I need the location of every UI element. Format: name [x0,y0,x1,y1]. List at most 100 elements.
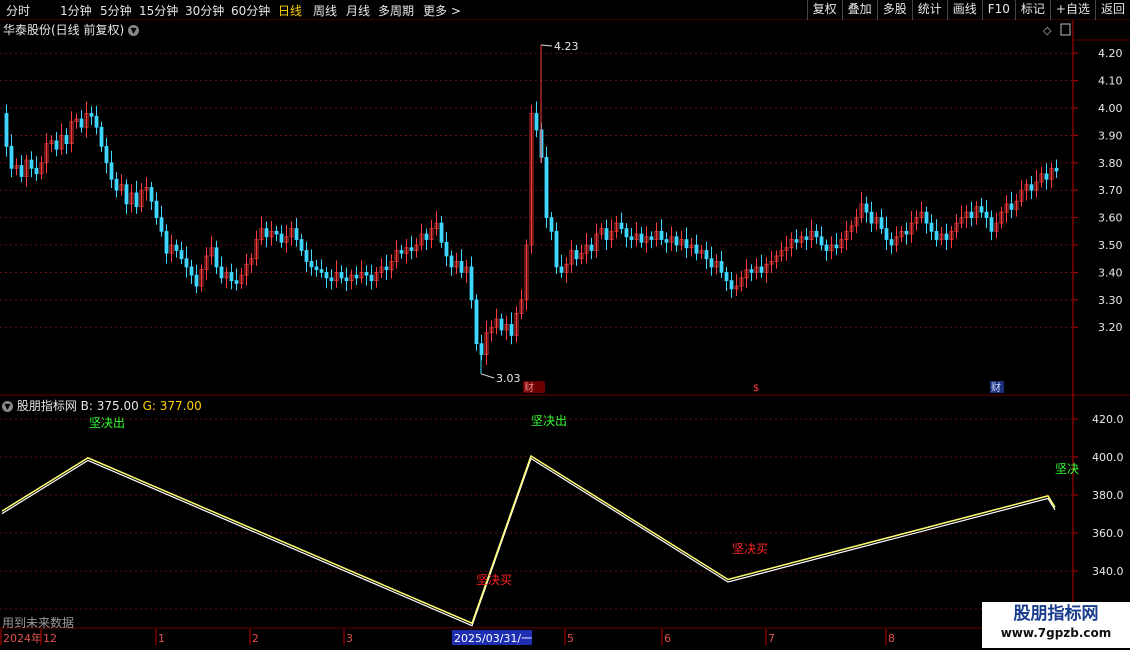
candle-body [709,258,714,268]
candle-body [804,236,809,240]
candle-body [554,230,559,268]
candle-body [969,211,974,219]
date-label: 2024年 [3,631,42,645]
date-cursor-label: 2025/03/31/一 [454,632,532,645]
candle-body [889,239,894,246]
watermark-logo: 股朋指标网 www.7gpzb.com [982,602,1130,648]
candle-body [424,233,429,240]
candle-body [234,280,239,284]
price-tick-label: 3.70 [1098,184,1123,197]
candle-body [604,228,609,240]
buy-signal-label: 坚决买 [732,542,768,556]
candle-body [64,135,69,145]
candle-body [344,277,349,282]
indicator-tick-label: 360.0 [1092,527,1124,540]
price-tick-label: 3.20 [1098,321,1123,334]
price-tick-label: 3.80 [1098,157,1123,170]
candle-body [719,261,724,273]
indicator-menu-icon[interactable]: ▼ [2,401,13,412]
candle-body [1009,203,1014,210]
sell-signal-label: 坚决 [1055,462,1079,476]
diamond-icon: ◇ [1043,24,1052,37]
candle-body [509,324,514,336]
indicator-tick-label: 400.0 [1092,451,1124,464]
buy-signal-label: 坚决买 [476,573,512,587]
chart-canvas[interactable]: 4.20 4.10 4.00 3.90 3.80 3.70 3.60 3.50 3.40 3.30… [0,0,1130,650]
candle-body [794,239,799,243]
candle-body [869,211,874,224]
candle-body [264,228,269,238]
date-label: 1 [158,632,165,645]
candle-body [929,222,934,232]
date-label: 3 [346,632,353,645]
indicator-name[interactable]: 股朋指标网 [17,399,77,413]
candle-body [299,239,304,251]
indicator-tick-label: 380.0 [1092,489,1124,502]
candle-body [319,269,324,273]
event-marker: $ [753,383,759,394]
candle-body [324,272,329,279]
indicator-tick-label: 420.0 [1092,413,1124,426]
sell-signal-label: 坚决出 [89,416,125,430]
candle-body [819,236,824,246]
candle-body [369,274,374,282]
price-tick-label: 4.20 [1098,47,1123,60]
indicator-axis: 420.0 400.0 380.0 360.0 340.0 [1073,413,1124,578]
price-tick-label: 3.60 [1098,212,1123,225]
candle-body [924,211,929,224]
candle-body [34,167,39,175]
price-tick-label: 4.10 [1098,75,1123,88]
event-marker: 财 [991,381,1001,394]
price-tick-label: 3.50 [1098,239,1123,252]
candle-body [629,236,634,240]
candle-body [474,299,479,345]
candle-body [4,113,9,147]
candle-body [1029,184,1034,191]
candle-body [219,266,224,279]
candle-body [724,272,729,282]
candle-body [934,230,939,240]
candle-body [279,233,284,243]
high-price-label: 4.23 [554,40,579,53]
candle-body [864,203,869,213]
candle-body [684,239,689,249]
candle-body [589,244,594,251]
indicator-title-row: ▼ 股朋指标网 B: 375.00 G: 377.00 [2,397,202,414]
candle-body [559,266,564,273]
candle-body [534,113,539,131]
candle-body [114,178,119,191]
price-axis: 4.20 4.10 4.00 3.90 3.80 3.70 3.60 3.50 3.40 3.30… [1043,23,1123,334]
candle-body [759,266,764,273]
panel-toggle-icon [1060,23,1071,36]
candle-body [884,228,889,240]
candle-body [944,233,949,240]
candle-body [149,187,154,202]
indicator-g-value: G: 377.00 [142,399,202,413]
watermark-url: www.7gpzb.com [1000,626,1112,640]
candle-body [984,211,989,219]
date-axis: 2024年 12 1 2 3 2025/03/31/一 5 6 7 8 [0,629,895,645]
candle-body [384,266,389,271]
candle-body [659,230,664,240]
date-label: 6 [664,632,671,645]
indicator-line-b [1,457,1056,627]
candle-body [354,274,359,279]
main-grid [0,20,1130,629]
candle-body [704,250,709,260]
candle-body [214,247,219,268]
candle-body [9,145,14,169]
candle-body [499,318,504,331]
candle-body [694,244,699,254]
candle-body [439,222,444,243]
candle-body [549,217,554,232]
candle-body [544,156,549,219]
candle-body [184,258,189,268]
candle-body [674,236,679,246]
candle-body [329,277,334,282]
candle-body [444,241,449,257]
candle-body [409,247,414,251]
candle-body [904,230,909,235]
candle-body [824,244,829,251]
date-label: 5 [567,632,574,645]
candle-body [99,126,104,147]
